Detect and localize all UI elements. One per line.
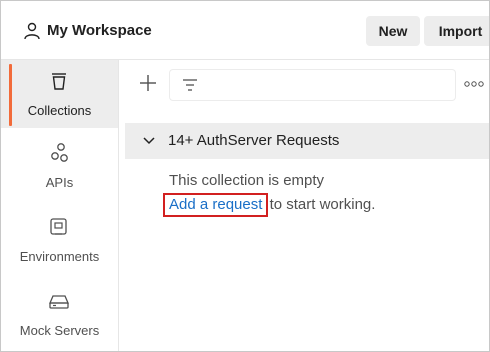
workspace-title[interactable]: My Workspace [47, 22, 152, 39]
empty-collection-message: This collection is empty [169, 172, 325, 189]
workspace-header: My Workspace New Import [1, 1, 489, 60]
sidebar-item-collections[interactable]: Collections [1, 60, 118, 128]
environment-box-icon [50, 218, 67, 235]
app-window: My Workspace New Import Collections APIs [0, 0, 490, 352]
chevron-down-icon[interactable] [143, 136, 155, 146]
sidebar-item-label: Collections [27, 103, 92, 118]
sidebar-item-environments[interactable]: Environments [1, 206, 118, 274]
more-horizontal-icon[interactable] [463, 79, 485, 89]
sidebar-item-mock-servers[interactable]: Mock Servers [1, 280, 118, 348]
add-request-line: Add a request to start working. [163, 193, 375, 217]
collection-name: 14+ AuthServer Requests [168, 132, 340, 149]
trash-can-icon [52, 73, 66, 90]
collection-row[interactable]: 14+ AuthServer Requests [125, 123, 489, 159]
sidebar: Collections APIs Environments Mock Serve… [1, 60, 119, 351]
filter-icon [183, 79, 197, 91]
add-request-link[interactable]: Add a request [163, 193, 269, 217]
server-icon [49, 295, 69, 309]
sidebar-item-apis[interactable]: APIs [1, 132, 118, 200]
sidebar-item-label: Environments [19, 249, 100, 264]
sidebar-item-label: APIs [45, 175, 74, 190]
new-button[interactable]: New [366, 16, 420, 46]
filter-input[interactable] [169, 69, 456, 101]
nodes-icon [51, 143, 68, 162]
add-request-suffix: to start working. [265, 196, 376, 213]
plus-icon[interactable] [138, 73, 158, 93]
sidebar-item-label: Mock Servers [19, 323, 100, 338]
user-icon [24, 22, 40, 40]
import-button[interactable]: Import [424, 16, 489, 46]
